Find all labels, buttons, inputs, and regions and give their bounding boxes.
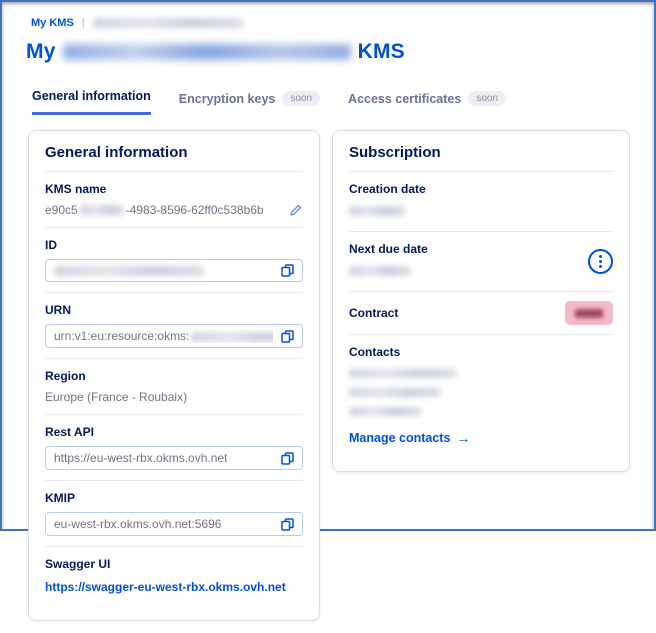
page-title-kms-name-redacted	[63, 44, 351, 60]
field-kmip: KMIP eu-west-rbx.okms.ovh.net:5696	[45, 480, 303, 546]
field-urn: URN urn:v1:eu:resource:okms:	[45, 292, 303, 358]
tab-bar: General information Encryption keys soon…	[32, 89, 632, 115]
rest-api-value-box[interactable]: https://eu-west-rbx.okms.ovh.net	[45, 446, 303, 470]
general-information-heading: General information	[45, 144, 303, 161]
copy-rest-api-button[interactable]	[281, 452, 294, 465]
kms-name-value: e90c5-4983-8596-62ff0c538b6b	[45, 203, 264, 217]
manage-contacts-label: Manage contacts	[349, 431, 450, 445]
next-due-date-label: Next due date	[349, 242, 428, 256]
breadcrumb-kms-id-redacted[interactable]	[93, 18, 243, 28]
rest-api-value: https://eu-west-rbx.okms.ovh.net	[54, 451, 227, 465]
copy-icon	[281, 264, 294, 277]
id-value-redacted	[54, 266, 204, 276]
general-information-card: General information KMS name e90c5-4983-…	[28, 130, 320, 621]
urn-value-redacted	[191, 332, 273, 342]
contacts-label: Contacts	[349, 345, 613, 359]
next-due-date-redacted	[349, 266, 411, 276]
subscription-card: Subscription Creation date Next due date	[332, 130, 630, 472]
tab-access-certificates-label: Access certificates	[348, 92, 461, 106]
soon-badge: soon	[468, 91, 506, 106]
field-swagger-ui: Swagger UI https://swagger-eu-west-rbx.o…	[45, 546, 303, 606]
field-kms-name: KMS name e90c5-4983-8596-62ff0c538b6b	[45, 171, 303, 227]
kms-name-redacted	[80, 205, 124, 215]
subscription-heading: Subscription	[349, 144, 613, 161]
tab-general-information[interactable]: General information	[32, 89, 151, 115]
contract-label: Contract	[349, 306, 398, 320]
region-label: Region	[45, 369, 303, 383]
breadcrumb-separator: |	[82, 17, 85, 29]
contract-status-badge	[565, 301, 613, 325]
copy-icon	[281, 452, 294, 465]
field-rest-api: Rest API https://eu-west-rbx.okms.ovh.ne…	[45, 414, 303, 480]
copy-icon	[281, 330, 294, 343]
swagger-ui-label: Swagger UI	[45, 557, 303, 571]
field-region: Region Europe (France - Roubaix)	[45, 358, 303, 414]
page-title-prefix: My	[26, 40, 56, 64]
tab-access-certificates[interactable]: Access certificates soon	[348, 91, 506, 115]
tab-general-information-label: General information	[32, 89, 151, 103]
kmip-label: KMIP	[45, 491, 303, 505]
kms-name-label: KMS name	[45, 182, 303, 196]
urn-value-box[interactable]: urn:v1:eu:resource:okms:	[45, 324, 303, 348]
copy-urn-button[interactable]	[281, 330, 294, 343]
region-value: Europe (France - Roubaix)	[45, 390, 303, 404]
creation-date-label: Creation date	[349, 182, 613, 196]
copy-kmip-button[interactable]	[281, 518, 294, 531]
page-title: My KMS	[26, 40, 632, 64]
soon-badge: soon	[282, 91, 320, 106]
urn-label: URN	[45, 303, 303, 317]
field-id: ID	[45, 227, 303, 292]
contact-redacted	[349, 388, 441, 397]
urn-value: urn:v1:eu:resource:okms:	[54, 329, 273, 343]
edit-kms-name-button[interactable]	[289, 203, 303, 217]
field-contacts: Contacts Manage contacts →	[349, 334, 613, 457]
field-contract: Contract	[349, 291, 613, 334]
breadcrumb-my-kms-link[interactable]: My KMS	[31, 17, 74, 29]
tab-encryption-keys-label: Encryption keys	[179, 92, 276, 106]
subscription-actions-button[interactable]	[588, 249, 613, 274]
copy-id-button[interactable]	[281, 264, 294, 277]
contract-value-redacted	[575, 309, 603, 318]
creation-date-redacted	[349, 206, 405, 216]
contact-redacted	[349, 369, 457, 378]
tab-encryption-keys[interactable]: Encryption keys soon	[179, 91, 320, 115]
field-creation-date: Creation date	[349, 171, 613, 231]
kmip-value-box[interactable]: eu-west-rbx.okms.ovh.net:5696	[45, 512, 303, 536]
contact-redacted	[349, 407, 421, 416]
manage-contacts-link[interactable]: Manage contacts →	[349, 430, 470, 446]
rest-api-label: Rest API	[45, 425, 303, 439]
id-value-box[interactable]	[45, 259, 303, 282]
arrow-right-icon: →	[456, 430, 470, 446]
pencil-icon	[289, 203, 303, 217]
kmip-value: eu-west-rbx.okms.ovh.net:5696	[54, 517, 221, 531]
copy-icon	[281, 518, 294, 531]
cards-container: General information KMS name e90c5-4983-…	[28, 130, 632, 621]
page-title-suffix: KMS	[358, 40, 405, 64]
kebab-menu-icon	[599, 255, 602, 268]
field-next-due-date: Next due date	[349, 231, 613, 291]
id-label: ID	[45, 238, 303, 252]
kms-page: My KMS | My KMS General information Encr…	[2, 2, 654, 633]
swagger-ui-link[interactable]: https://swagger-eu-west-rbx.okms.ovh.net	[45, 580, 286, 594]
breadcrumb: My KMS |	[31, 17, 632, 29]
